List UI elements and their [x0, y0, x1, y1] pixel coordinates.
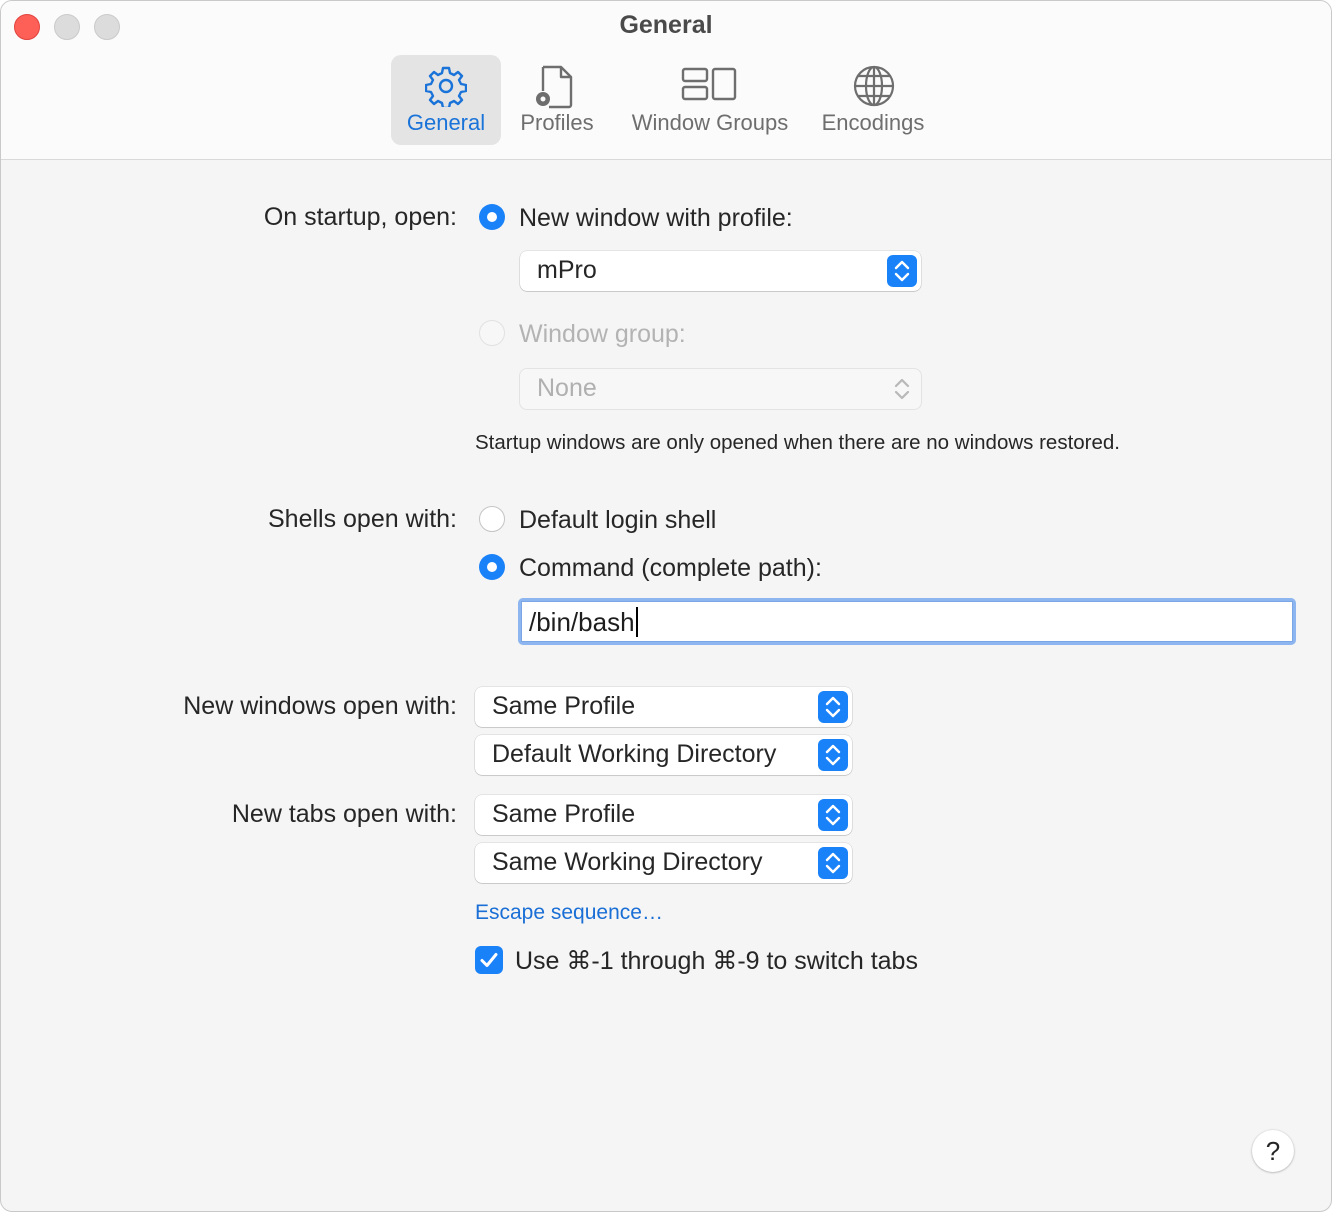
chevron-up-down-icon	[818, 799, 848, 831]
chevron-up-down-icon	[818, 691, 848, 723]
help-button[interactable]: ?	[1252, 1130, 1294, 1172]
startup-group-popup[interactable]: None	[520, 369, 921, 409]
startup-profile-radio[interactable]	[479, 204, 505, 230]
command-path-value: /bin/bash	[529, 607, 635, 637]
command-path-field[interactable]: /bin/bash	[518, 598, 1296, 645]
chevron-up-down-icon	[887, 373, 917, 405]
new-tabs-directory-popup[interactable]: Same Working Directory	[475, 843, 852, 883]
startup-note: Startup windows are only opened when the…	[475, 431, 1120, 454]
escape-sequence-link[interactable]: Escape sequence…	[475, 901, 663, 925]
startup-profile-popup[interactable]: mPro	[520, 251, 921, 291]
title-bar: General General Profiles Window Groups E…	[1, 1, 1331, 160]
new-windows-profile-popup[interactable]: Same Profile	[475, 687, 852, 727]
startup-label: On startup, open:	[263, 203, 457, 231]
chevron-up-down-icon	[818, 847, 848, 879]
new-windows-directory-value: Default Working Directory	[492, 740, 777, 768]
startup-profile-option: New window with profile:	[519, 204, 793, 232]
startup-group-value: None	[537, 374, 597, 402]
shell-default-option: Default login shell	[519, 506, 717, 534]
startup-group-option: Window group:	[519, 320, 686, 348]
gear-icon	[425, 66, 467, 107]
switch-tabs-checkbox[interactable]	[475, 946, 503, 974]
startup-group-radio[interactable]	[479, 320, 505, 346]
shell-default-radio[interactable]	[479, 506, 505, 532]
profiles-icon	[536, 65, 573, 109]
switch-tabs-label: Use ⌘-1 through ⌘-9 to switch tabs	[515, 947, 918, 975]
shells-label: Shells open with:	[267, 505, 457, 533]
checkmark-icon	[480, 953, 498, 967]
tab-profiles-label: Profiles	[520, 110, 594, 135]
new-windows-label: New windows open with:	[183, 692, 457, 720]
new-tabs-directory-value: Same Working Directory	[492, 848, 763, 876]
tab-general[interactable]: General	[391, 55, 501, 145]
tab-encodings-label: Encodings	[821, 110, 925, 135]
tab-profiles[interactable]: Profiles	[507, 55, 607, 145]
startup-profile-value: mPro	[537, 256, 597, 284]
shell-command-radio[interactable]	[479, 554, 505, 580]
shell-command-option: Command (complete path):	[519, 554, 822, 582]
new-windows-profile-value: Same Profile	[492, 692, 636, 720]
new-tabs-profile-popup[interactable]: Same Profile	[475, 795, 852, 835]
chevron-up-down-icon	[818, 739, 848, 771]
new-windows-directory-popup[interactable]: Default Working Directory	[475, 735, 852, 775]
new-tabs-label: New tabs open with:	[231, 800, 457, 828]
tab-encodings[interactable]: Encodings	[813, 55, 933, 145]
preferences-window: General General Profiles Window Groups E…	[0, 0, 1332, 1212]
text-caret	[635, 607, 638, 637]
tab-general-label: General	[406, 110, 486, 135]
window-title: General	[619, 11, 713, 39]
chevron-up-down-icon	[887, 255, 917, 287]
globe-icon	[853, 65, 895, 107]
tab-window-groups-label: Window Groups	[631, 110, 789, 135]
tab-window-groups[interactable]: Window Groups	[621, 55, 799, 145]
new-tabs-profile-value: Same Profile	[492, 800, 636, 828]
window-groups-icon	[681, 67, 737, 101]
